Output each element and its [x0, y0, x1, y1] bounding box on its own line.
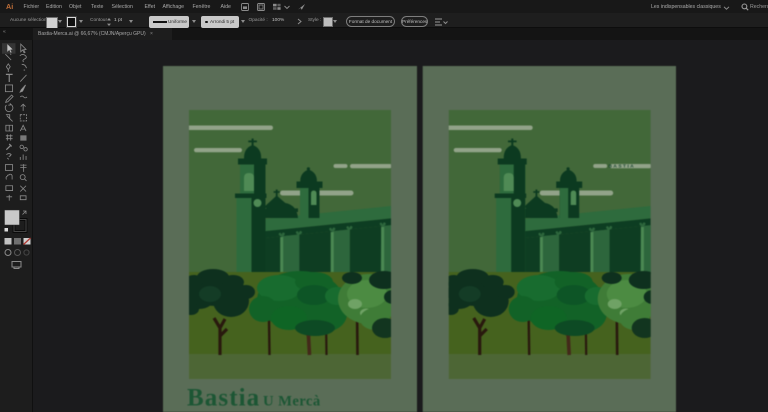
svg-text:Bastia: Bastia: [187, 385, 260, 412]
svg-text:BASTIA: BASTIA: [609, 164, 636, 169]
svg-text:U Mercà: U Mercà: [263, 394, 321, 410]
